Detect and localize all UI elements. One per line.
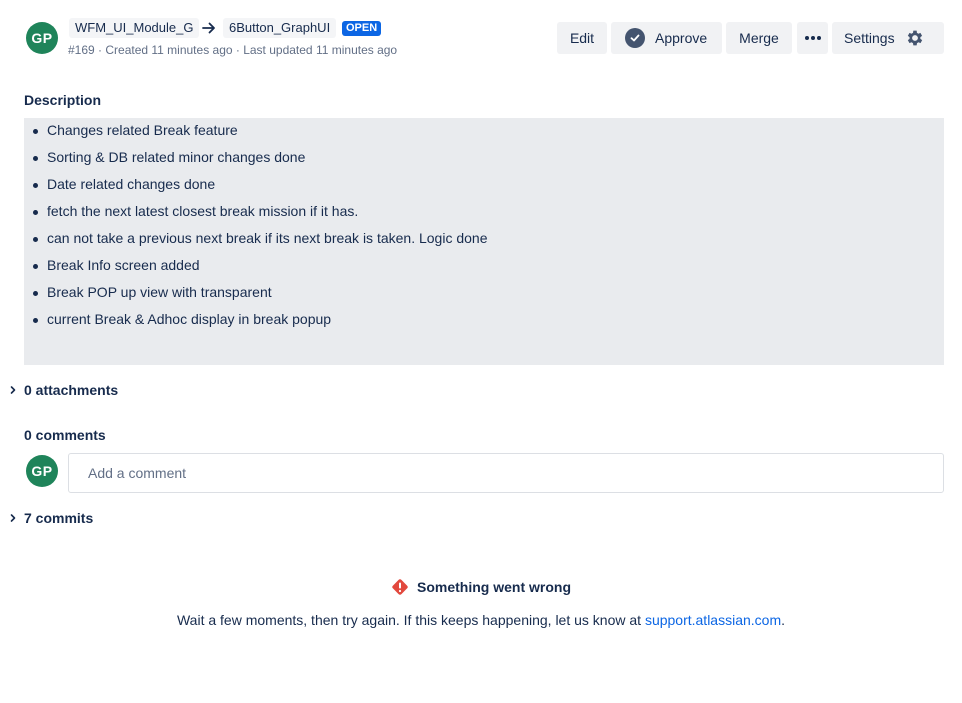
check-circle-icon bbox=[625, 28, 645, 48]
edit-button[interactable]: Edit bbox=[557, 22, 607, 54]
chevron-right-icon bbox=[8, 385, 18, 395]
attachments-label: 0 attachments bbox=[24, 382, 119, 398]
comment-input[interactable] bbox=[68, 453, 944, 493]
attachments-toggle[interactable]: 0 attachments bbox=[8, 382, 118, 398]
list-item: Sorting & DB related minor changes done bbox=[32, 149, 306, 165]
description-content: Changes related Break feature Sorting & … bbox=[24, 118, 944, 365]
more-horizontal-icon bbox=[804, 36, 821, 40]
merge-button[interactable]: Merge bbox=[726, 22, 792, 54]
merge-button-label: Merge bbox=[739, 30, 779, 46]
source-branch[interactable]: WFM_UI_Module_G bbox=[69, 18, 200, 38]
error-message-suffix: . bbox=[781, 612, 786, 628]
list-item: Break POP up view with transparent bbox=[33, 284, 272, 300]
chevron-right-icon bbox=[8, 513, 18, 523]
error-title: Something went wrong bbox=[417, 579, 571, 595]
error-message-text: Wait a few moments, then try again. If t… bbox=[176, 612, 645, 628]
arrow-right-icon bbox=[202, 22, 215, 34]
edit-button-label: Edit bbox=[569, 30, 595, 46]
author-avatar[interactable]: GP bbox=[26, 22, 58, 54]
list-item: Changes related Break feature bbox=[33, 122, 238, 138]
user-avatar: GP bbox=[26, 455, 58, 487]
approve-button-label: Approve bbox=[655, 30, 708, 46]
error-message-block: Something went wrong Wait a few moments,… bbox=[0, 578, 962, 628]
list-item: Date related changes done bbox=[32, 176, 216, 192]
pr-meta-info: #169 · Created 11 minutes ago · Last upd… bbox=[68, 43, 398, 57]
support-link[interactable]: support.atlassian.com bbox=[645, 612, 781, 628]
target-branch[interactable]: 6Button_GraphUI bbox=[223, 18, 337, 38]
error-description: Wait a few moments, then try again. If t… bbox=[0, 612, 962, 628]
commits-toggle[interactable]: 7 commits bbox=[8, 510, 93, 526]
settings-button-label: Settings bbox=[844, 30, 895, 46]
list-item: current Break & Adhoc display in break p… bbox=[32, 311, 332, 327]
list-item: can not take a previous next break if it… bbox=[32, 230, 488, 246]
description-heading: Description bbox=[24, 92, 102, 108]
gear-icon bbox=[905, 28, 925, 48]
warning-icon bbox=[392, 579, 408, 595]
more-actions-button[interactable] bbox=[797, 22, 828, 54]
status-badge: OPEN bbox=[342, 21, 382, 36]
error-title-row: Something went wrong bbox=[0, 578, 962, 596]
settings-button[interactable]: Settings bbox=[832, 22, 944, 54]
commits-label: 7 commits bbox=[24, 510, 94, 526]
list-item: fetch the next latest closest break miss… bbox=[32, 203, 359, 219]
comments-heading: 0 comments bbox=[24, 427, 106, 443]
approve-button[interactable]: Approve bbox=[611, 22, 722, 54]
list-item: Break Info screen added bbox=[33, 257, 200, 273]
